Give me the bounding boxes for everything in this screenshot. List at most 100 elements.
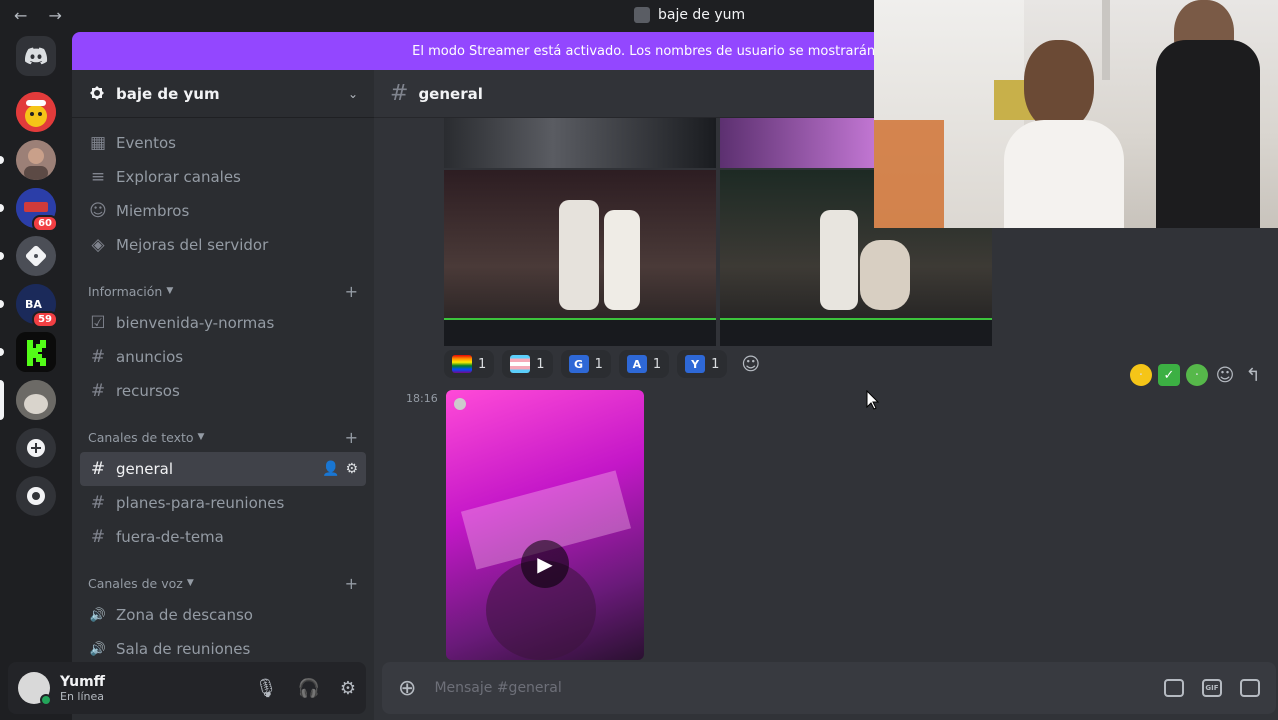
microphone-icon[interactable]: 🎙 [255,678,278,699]
sidebar-item-browse[interactable]: ≡ Explorar canales [80,160,366,194]
window-title-text: baje de yum [658,7,746,23]
category-voz[interactable]: Canales de voz ▼ + [80,572,366,594]
chevron-down-icon: ▼ [197,432,205,442]
gear-icon[interactable]: ⚙ [345,461,358,477]
webcam-overlay [874,0,1278,228]
face-avatar [16,140,56,180]
reply-icon[interactable]: ↰ [1242,364,1264,386]
letter-g-icon: G [568,355,589,373]
check-icon[interactable]: ✓ [1158,364,1180,386]
calendar-icon: ▦ [89,133,107,153]
unread-badge: 59 [32,311,58,328]
reaction-count: 1 [711,356,720,372]
dice-icon [25,245,47,267]
server-icon [634,7,650,23]
category-label: Canales de texto [88,429,194,445]
message-composer: ⊕ GIF [382,662,1276,714]
chevron-down-icon: ▼ [186,578,194,588]
window-title: baje de yum [634,7,745,23]
explore-button[interactable] [16,476,56,516]
hash-icon: # [90,381,106,401]
add-server-button[interactable] [16,428,56,468]
reaction-a[interactable]: A1 [618,350,670,378]
emoji-salute-icon[interactable]: · [1130,364,1152,386]
server-dice[interactable] [16,236,56,276]
voice-channel-reuniones[interactable]: 🔊 Sala de reuniones [80,632,366,666]
reaction-y[interactable]: Y1 [677,350,728,378]
channel-label: general [116,460,174,478]
emoji-sick-icon[interactable]: · [1186,364,1208,386]
add-reaction-button[interactable]: ☺ [735,350,766,378]
server-bbc[interactable]: BA 59 [16,284,58,328]
discord-window: ← → baje de yum 60 BA 59 El modo Streame… [0,0,1278,720]
invite-icon[interactable]: 👤 [322,461,339,477]
channel-label: recursos [116,382,180,400]
server-kick[interactable] [16,332,56,372]
add-reaction-icon[interactable]: ☺ [1214,364,1236,386]
rules-icon: ☑ [90,313,106,333]
hash-icon: # [90,459,106,479]
image-attachment[interactable] [444,118,716,168]
user-info[interactable]: Yumff En línea [60,674,255,703]
sticker-icon[interactable] [1240,679,1260,697]
channel-planes[interactable]: # planes-para-reuniones [80,486,366,520]
gif-icon[interactable]: GIF [1202,679,1222,697]
play-icon[interactable]: ▶ [521,540,569,588]
add-channel-icon[interactable]: + [345,574,358,593]
channel-recursos[interactable]: # recursos [80,374,366,408]
hash-icon: # [390,81,409,106]
server-header[interactable]: baje de yum ⌄ [72,70,374,118]
category-informacion[interactable]: Información ▼ + [80,280,366,302]
sidebar-item-events[interactable]: ▦ Eventos [80,126,366,160]
compass-icon [27,487,45,505]
image-attachment[interactable] [444,170,716,346]
nav-arrows[interactable]: ← → [14,6,70,25]
message-timestamp: 18:16 [406,392,438,405]
channel-fuera-de-tema[interactable]: # fuera-de-tema [80,520,366,554]
headphones-icon[interactable]: 🎧 [297,678,319,699]
category-texto[interactable]: Canales de texto ▼ + [80,426,366,448]
channel-label: planes-para-reuniones [116,494,285,512]
letter-y-icon: Y [685,355,706,373]
cat-avatar [16,380,56,420]
home-button[interactable] [16,36,56,76]
username: Yumff [60,673,106,690]
reaction-g[interactable]: G1 [560,350,611,378]
hash-icon: # [90,347,106,367]
video-attachment[interactable]: ▶ [446,390,644,660]
reaction-rainbow[interactable]: 1 [444,350,495,378]
unread-badge: 60 [32,215,58,232]
server-league[interactable]: 60 [16,188,58,232]
online-status-dot [40,694,52,706]
voice-channel-descanso[interactable]: 🔊 Zona de descanso [80,598,366,632]
speaker-icon: 🔊 [89,607,107,623]
speaker-icon: 🔊 [89,641,107,657]
add-channel-icon[interactable]: + [345,282,358,301]
gear-icon[interactable]: ⚙ [340,678,356,699]
gift-icon[interactable] [1164,679,1184,697]
reaction-count: 1 [478,356,487,372]
sidebar-item-members[interactable]: ☺ Miembros [80,194,366,228]
attach-plus-icon[interactable]: ⊕ [398,676,416,701]
add-channel-icon[interactable]: + [345,428,358,447]
channel-anuncios[interactable]: # anuncios [80,340,366,374]
members-icon: ☺ [89,201,107,221]
avatar[interactable] [18,672,52,706]
server-cat[interactable] [16,380,56,420]
sidebar-item-boosts[interactable]: ◈ Mejoras del servidor [80,228,366,262]
user-controls: 🎙 🎧 ⚙ [255,678,356,699]
message-input[interactable] [434,680,1164,696]
kick-icon [16,332,56,372]
channel-label: Zona de descanso [116,606,253,624]
channel-general[interactable]: # general 👤 ⚙ [80,452,366,486]
channel-list: ▦ Eventos ≡ Explorar canales ☺ Miembros ◈ Me… [72,118,374,666]
server-face[interactable] [16,140,56,180]
server-clown[interactable] [16,92,56,132]
hash-icon: # [90,493,106,513]
reaction-trans[interactable]: 1 [502,350,553,378]
composer-tools: GIF [1164,679,1260,697]
channel-bienvenida[interactable]: ☑ bienvenida-y-normas [80,306,366,340]
chevron-down-icon[interactable]: ⌄ [348,87,358,101]
server-badge-icon [90,85,104,100]
discord-icon [25,47,48,65]
